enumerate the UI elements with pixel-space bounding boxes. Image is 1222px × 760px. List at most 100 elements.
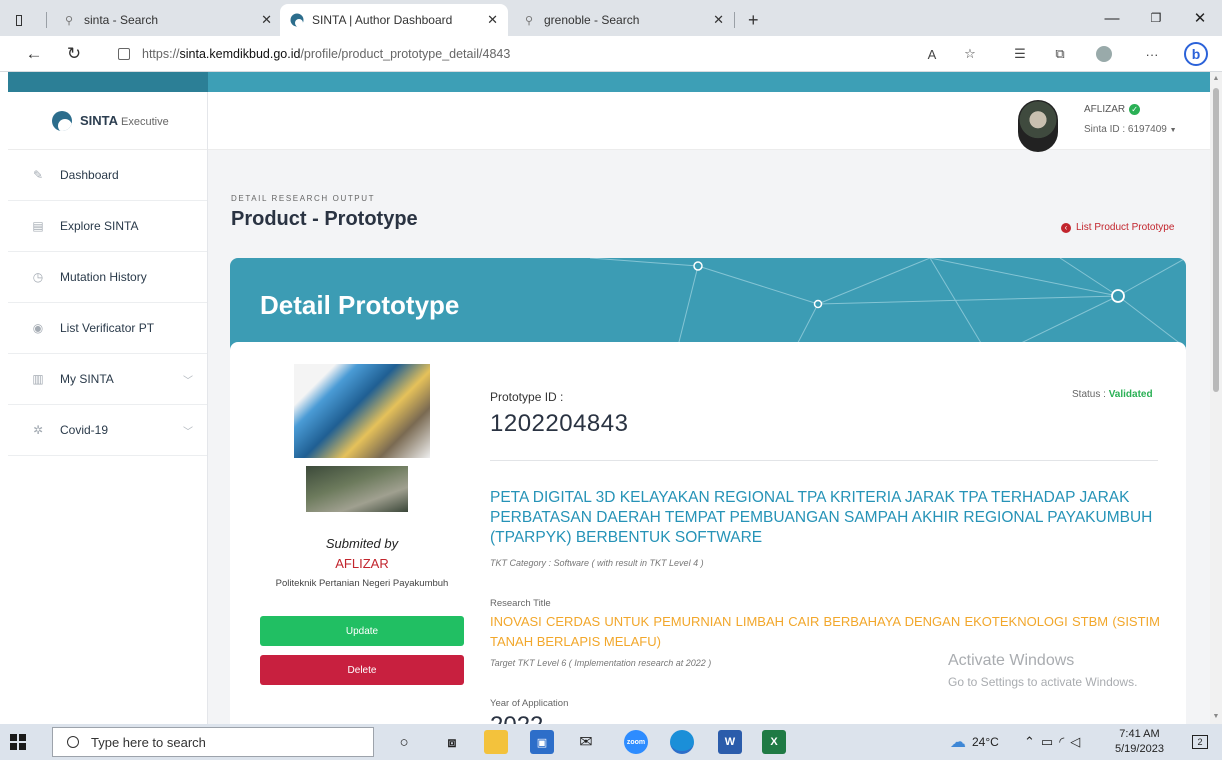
close-icon[interactable]: ✕ xyxy=(261,12,272,28)
search-icon: ⚲ xyxy=(524,14,534,27)
network-icon[interactable]: ▭ xyxy=(1041,734,1059,750)
tab-separator xyxy=(734,12,735,28)
taskbar-clock[interactable]: 7:41 AM 5/19/2023 xyxy=(1115,727,1164,757)
temperature: 24°C xyxy=(972,735,999,749)
pencil-icon: ✎ xyxy=(32,168,44,182)
browser-address-bar: ← ↻ https://sinta.kemdikbud.go.id/profil… xyxy=(0,36,1222,72)
wifi-icon[interactable]: ◜ xyxy=(1059,734,1070,750)
activate-windows-subtitle: Go to Settings to activate Windows. xyxy=(948,675,1138,689)
user-sinta-id[interactable]: Sinta ID : 6197409 ▼ xyxy=(1084,124,1177,135)
submitter-institution: Politeknik Pertanian Negeri Payakumbuh xyxy=(275,578,449,589)
tab-actions-icon[interactable] xyxy=(6,4,40,36)
system-tray-icons[interactable]: ⌃ ▭ ◜ ◁ xyxy=(1024,724,1086,760)
bing-chat-icon[interactable]: b xyxy=(1184,42,1208,66)
sidebar-item-label: Mutation History xyxy=(60,270,147,284)
history-icon: ◷ xyxy=(32,270,44,284)
url-path: /profile/product_prototype_detail/4843 xyxy=(300,47,511,61)
scrollbar-thumb[interactable] xyxy=(1213,88,1219,392)
tab-grenoble-search[interactable]: ⚲ grenoble - Search ✕ xyxy=(512,4,734,36)
year-label: Year of Application xyxy=(490,698,569,709)
brand[interactable]: SINTA Executive xyxy=(8,92,207,150)
prototype-photo-thumbnail[interactable] xyxy=(306,466,408,512)
sidebar-item-mutation-history[interactable]: ◷ Mutation History xyxy=(8,252,207,303)
volume-icon[interactable]: ◁ xyxy=(1070,734,1086,750)
word-icon[interactable]: W xyxy=(718,730,742,754)
collections-icon[interactable]: ⧉ xyxy=(1050,44,1070,64)
sidebar-item-label: List Verificator PT xyxy=(60,321,155,335)
windows-taskbar: Type here to search ○ ⧈ ▣ ✉ zoom W X ☁ 2… xyxy=(0,724,1222,760)
url-prefix: https:// xyxy=(142,47,180,61)
avatar[interactable] xyxy=(1018,100,1058,152)
year-value: 2022 xyxy=(490,712,543,724)
store-icon[interactable]: ▣ xyxy=(530,730,554,754)
tab-sinta-search[interactable]: ⚲ sinta - Search ✕ xyxy=(52,4,282,36)
taskbar-search-placeholder: Type here to search xyxy=(91,734,206,750)
more-options-icon[interactable]: ··· xyxy=(1142,44,1162,64)
banner-title: Detail Prototype xyxy=(260,290,460,320)
file-explorer-icon[interactable] xyxy=(484,730,508,754)
brand-suffix: Executive xyxy=(121,116,169,128)
page-scrollbar[interactable]: ▲ ▼ xyxy=(1210,72,1222,724)
sidebar-item-dashboard[interactable]: ✎ Dashboard xyxy=(8,150,207,201)
refresh-icon[interactable]: ↻ xyxy=(62,42,86,66)
taskbar-search-box[interactable]: Type here to search xyxy=(52,727,374,757)
close-icon[interactable]: ✕ xyxy=(487,12,498,28)
mail-icon[interactable]: ✉ xyxy=(574,730,598,754)
task-view-icon[interactable]: ⧈ xyxy=(440,730,464,754)
read-aloud-icon[interactable]: A xyxy=(922,44,942,64)
notifications-icon[interactable]: 2 xyxy=(1192,724,1208,760)
target-tkt: Target TKT Level 6 ( Implementation rese… xyxy=(490,658,712,668)
edge-browser-icon[interactable] xyxy=(670,730,694,754)
clock-time: 7:41 AM xyxy=(1119,728,1160,740)
sidebar-item-my-sinta[interactable]: ▥ My SINTA ﹀ xyxy=(8,354,207,405)
profile-avatar-icon[interactable] xyxy=(1094,44,1114,64)
submitter-name[interactable]: AFLIZAR xyxy=(230,556,494,571)
user-icon: ◉ xyxy=(32,321,44,335)
restore-icon[interactable]: ❐ xyxy=(1134,0,1178,36)
virus-icon: ✲ xyxy=(32,423,44,437)
sidebar-item-explore-sinta[interactable]: ▤ Explore SINTA xyxy=(8,201,207,252)
url-field[interactable]: https://sinta.kemdikbud.go.id/profile/pr… xyxy=(118,42,510,66)
list-product-prototype-link[interactable]: ‹ List Product Prototype xyxy=(1061,222,1174,233)
sinta-logo-icon xyxy=(52,110,72,131)
research-title: INOVASI CERDAS UNTUK PEMURNIAN LIMBAH CA… xyxy=(490,614,1160,649)
product-title: PETA DIGITAL 3D KELAYAKAN REGIONAL TPA K… xyxy=(490,489,1153,546)
minimize-icon[interactable]: — xyxy=(1090,0,1134,36)
prototype-id-value: 1202204843 xyxy=(490,410,629,437)
sidebar-item-label: Dashboard xyxy=(60,168,119,182)
sidebar-item-label: Covid-19 xyxy=(60,423,109,437)
close-icon[interactable]: ✕ xyxy=(713,12,724,28)
search-icon: ⚲ xyxy=(64,14,74,27)
update-button[interactable]: Update xyxy=(260,616,464,646)
prototype-map-thumbnail[interactable] xyxy=(294,364,430,458)
close-window-icon[interactable]: ✕ xyxy=(1178,0,1222,36)
windows-start-icon[interactable] xyxy=(10,734,26,750)
delete-button[interactable]: Delete xyxy=(260,655,464,685)
favorite-star-icon[interactable]: ☆ xyxy=(960,44,980,64)
new-tab-icon[interactable]: + xyxy=(738,4,768,36)
sinta-favicon xyxy=(290,13,304,27)
weather-widget[interactable]: ☁ 24°C xyxy=(950,724,999,760)
verified-check-icon: ✓ xyxy=(1129,104,1141,115)
cortana-icon[interactable]: ○ xyxy=(392,730,416,754)
tab-title: sinta - Search xyxy=(84,13,159,27)
activate-windows-title: Activate Windows xyxy=(948,652,1075,669)
search-icon xyxy=(67,736,79,748)
back-arrow-icon[interactable]: ← xyxy=(22,42,46,66)
chevron-down-icon: ﹀ xyxy=(183,426,193,438)
browser-tab-bar: ⚲ sinta - Search ✕ SINTA | Author Dashbo… xyxy=(0,0,1222,36)
status-value: Validated xyxy=(1108,389,1153,400)
app-header: AFLIZAR ✓ Sinta ID : 6197409 ▼ xyxy=(208,92,1210,152)
show-hidden-icons-icon[interactable]: ⌃ xyxy=(1024,734,1041,750)
excel-icon[interactable]: X xyxy=(762,730,786,754)
zoom-icon[interactable]: zoom xyxy=(624,730,648,754)
scroll-down-icon[interactable]: ▼ xyxy=(1210,710,1222,724)
sidebar-item-covid19[interactable]: ✲ Covid-19 ﹀ xyxy=(8,405,207,456)
favorites-list-icon[interactable]: ☰ xyxy=(1010,44,1030,64)
sidebar-item-list-verificator[interactable]: ◉ List Verificator PT xyxy=(8,303,207,354)
weather-cloud-icon: ☁ xyxy=(950,734,966,751)
page-viewport: SINTA Executive ✎ Dashboard ▤ Explore SIN… xyxy=(8,72,1210,724)
tab-sinta-dashboard[interactable]: SINTA | Author Dashboard ✕ xyxy=(280,4,508,36)
scroll-up-icon[interactable]: ▲ xyxy=(1210,72,1222,86)
user-name-row[interactable]: AFLIZAR ✓ xyxy=(1084,104,1141,115)
